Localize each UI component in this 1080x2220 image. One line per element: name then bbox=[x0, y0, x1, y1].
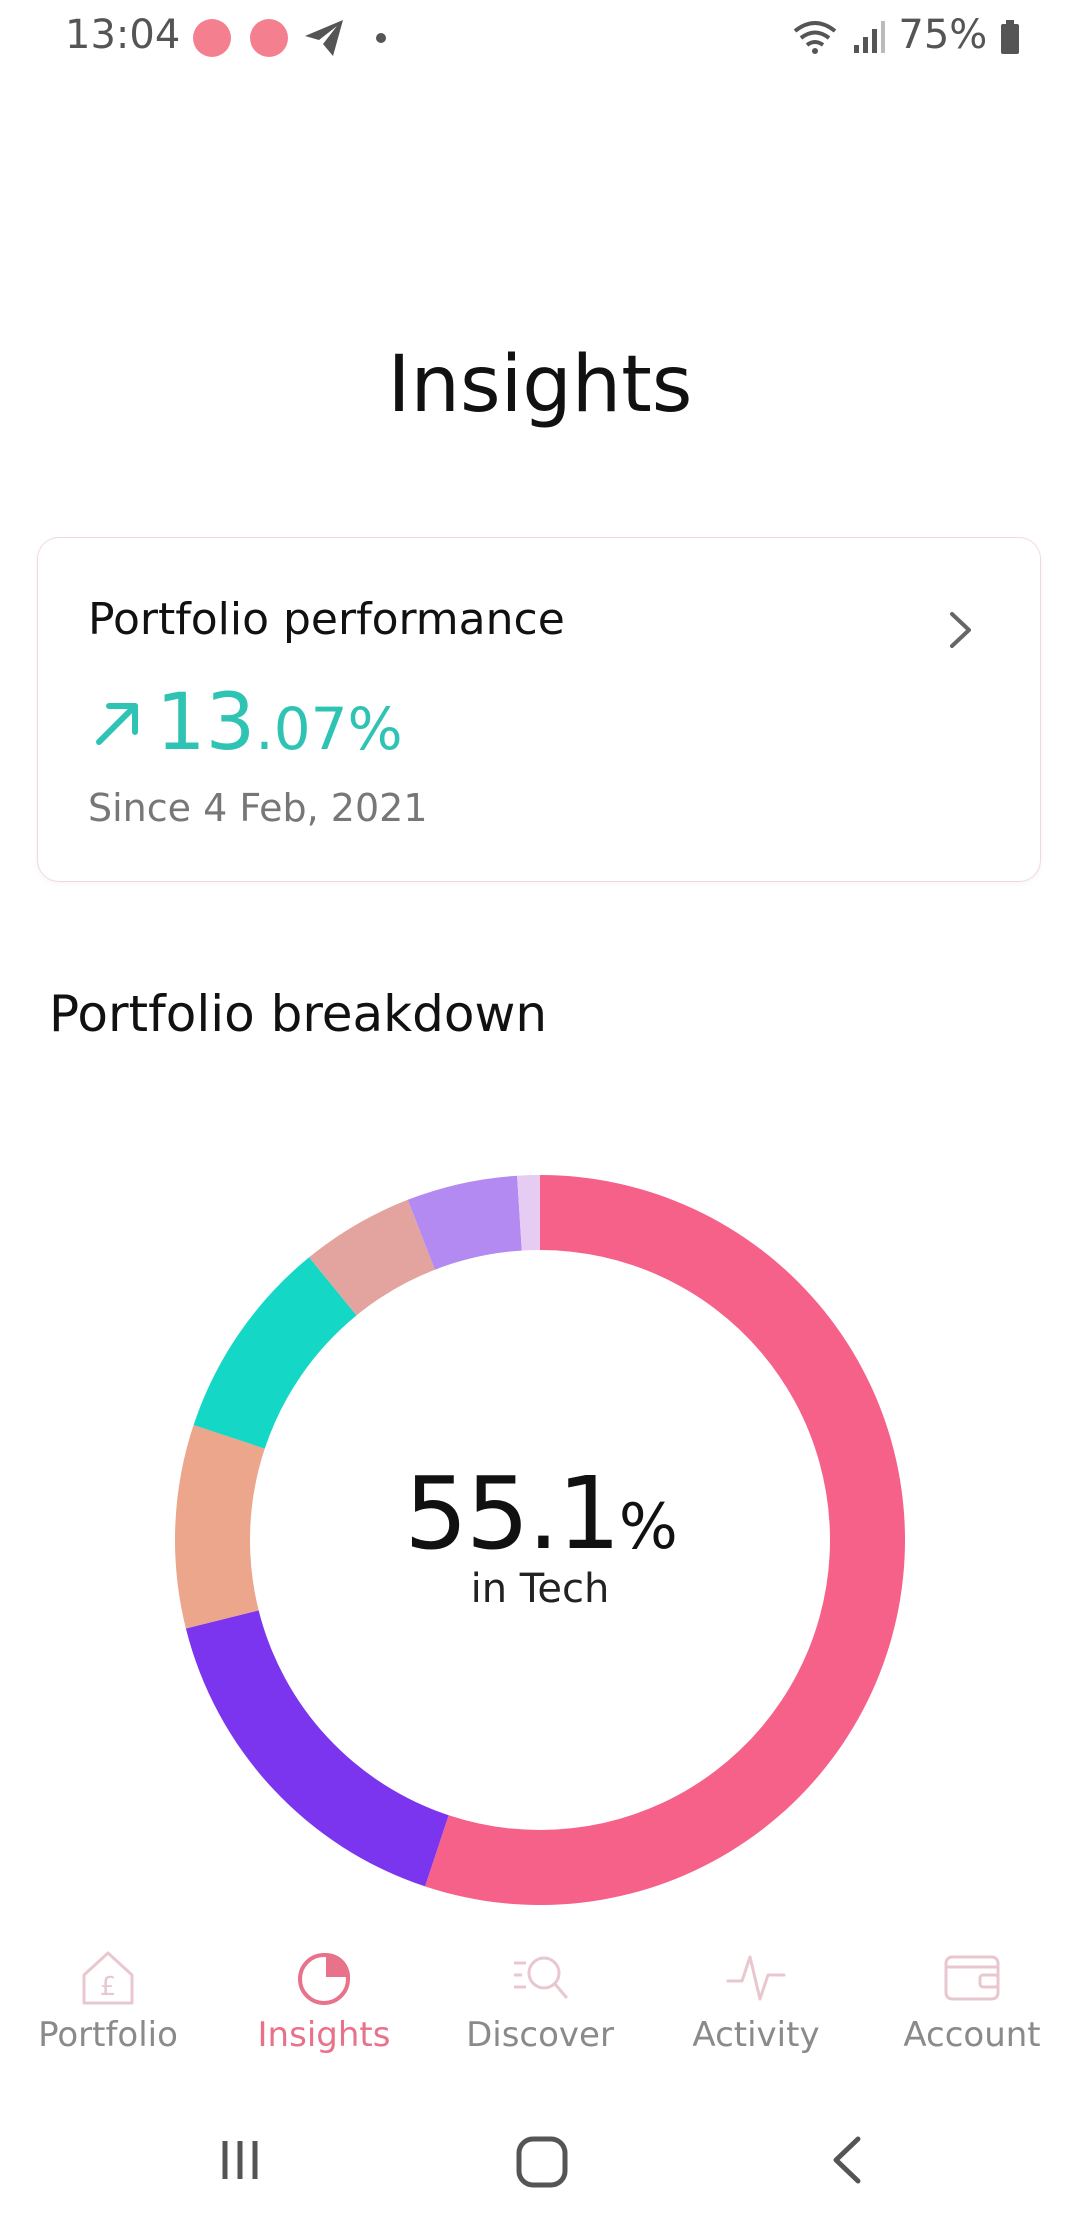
signal-icon bbox=[853, 21, 885, 53]
nav-label: Account bbox=[903, 2015, 1041, 2055]
status-bar: 13:04 75% bbox=[0, 0, 1080, 80]
nav-label: Discover bbox=[466, 2015, 614, 2055]
donut-center-number: 55.1 bbox=[404, 1455, 621, 1572]
bottom-navigation: £ Portfolio Insights Discover Activity A… bbox=[0, 1925, 1080, 2105]
pie-chart-icon bbox=[298, 1953, 350, 2005]
donut-center: 55.1% in Tech bbox=[175, 1455, 905, 1612]
notification-dot-icon bbox=[193, 19, 231, 57]
portfolio-performance-card[interactable]: Portfolio performance 13.07% Since 4 Feb… bbox=[37, 537, 1041, 882]
nav-item-insights[interactable]: Insights bbox=[216, 1925, 432, 2055]
pulse-icon bbox=[726, 1955, 786, 2001]
performance-value: 13.07% bbox=[156, 678, 403, 768]
nav-item-account[interactable]: Account bbox=[864, 1925, 1080, 2055]
svg-text:£: £ bbox=[100, 1972, 117, 2002]
pound-house-icon: £ bbox=[82, 1951, 134, 2005]
page-title: Insights bbox=[387, 340, 693, 430]
status-time: 13:04 bbox=[65, 12, 181, 58]
performance-value-decimal: .07% bbox=[255, 695, 403, 763]
wallet-icon bbox=[944, 1955, 1000, 2001]
nav-label: Portfolio bbox=[38, 2015, 178, 2055]
back-icon[interactable] bbox=[828, 2135, 868, 2185]
donut-slice-2[interactable] bbox=[185, 1610, 449, 1887]
donut-center-unit: % bbox=[618, 1490, 678, 1563]
nav-label: Insights bbox=[257, 2015, 391, 2055]
donut-slice-4[interactable] bbox=[193, 1257, 357, 1449]
search-list-icon bbox=[514, 1956, 568, 1999]
battery-percent: 75% bbox=[898, 12, 988, 58]
performance-since: Since 4 Feb, 2021 bbox=[88, 786, 428, 830]
nav-label: Activity bbox=[692, 2015, 820, 2055]
notification-more-icon bbox=[376, 33, 386, 43]
telegram-icon bbox=[305, 20, 343, 56]
breakdown-title: Portfolio breakdown bbox=[49, 985, 548, 1043]
performance-value-main: 13 bbox=[156, 678, 256, 768]
battery-icon bbox=[1001, 20, 1019, 54]
donut-center-value: 55.1% bbox=[175, 1455, 905, 1572]
performance-title: Portfolio performance bbox=[88, 594, 565, 645]
nav-item-discover[interactable]: Discover bbox=[432, 1925, 648, 2055]
chevron-right-icon[interactable] bbox=[948, 610, 974, 650]
donut-center-label: in Tech bbox=[470, 1566, 610, 1612]
recents-icon[interactable] bbox=[215, 2135, 265, 2185]
wifi-icon bbox=[793, 21, 837, 54]
nav-item-portfolio[interactable]: £ Portfolio bbox=[0, 1925, 216, 2055]
status-right: 75% bbox=[791, 12, 1020, 58]
home-icon[interactable] bbox=[515, 2135, 569, 2189]
notification-dot-icon bbox=[250, 19, 288, 57]
nav-item-activity[interactable]: Activity bbox=[648, 1925, 864, 2055]
arrow-up-right-icon bbox=[96, 703, 138, 745]
system-navigation-bar bbox=[0, 2105, 1080, 2220]
